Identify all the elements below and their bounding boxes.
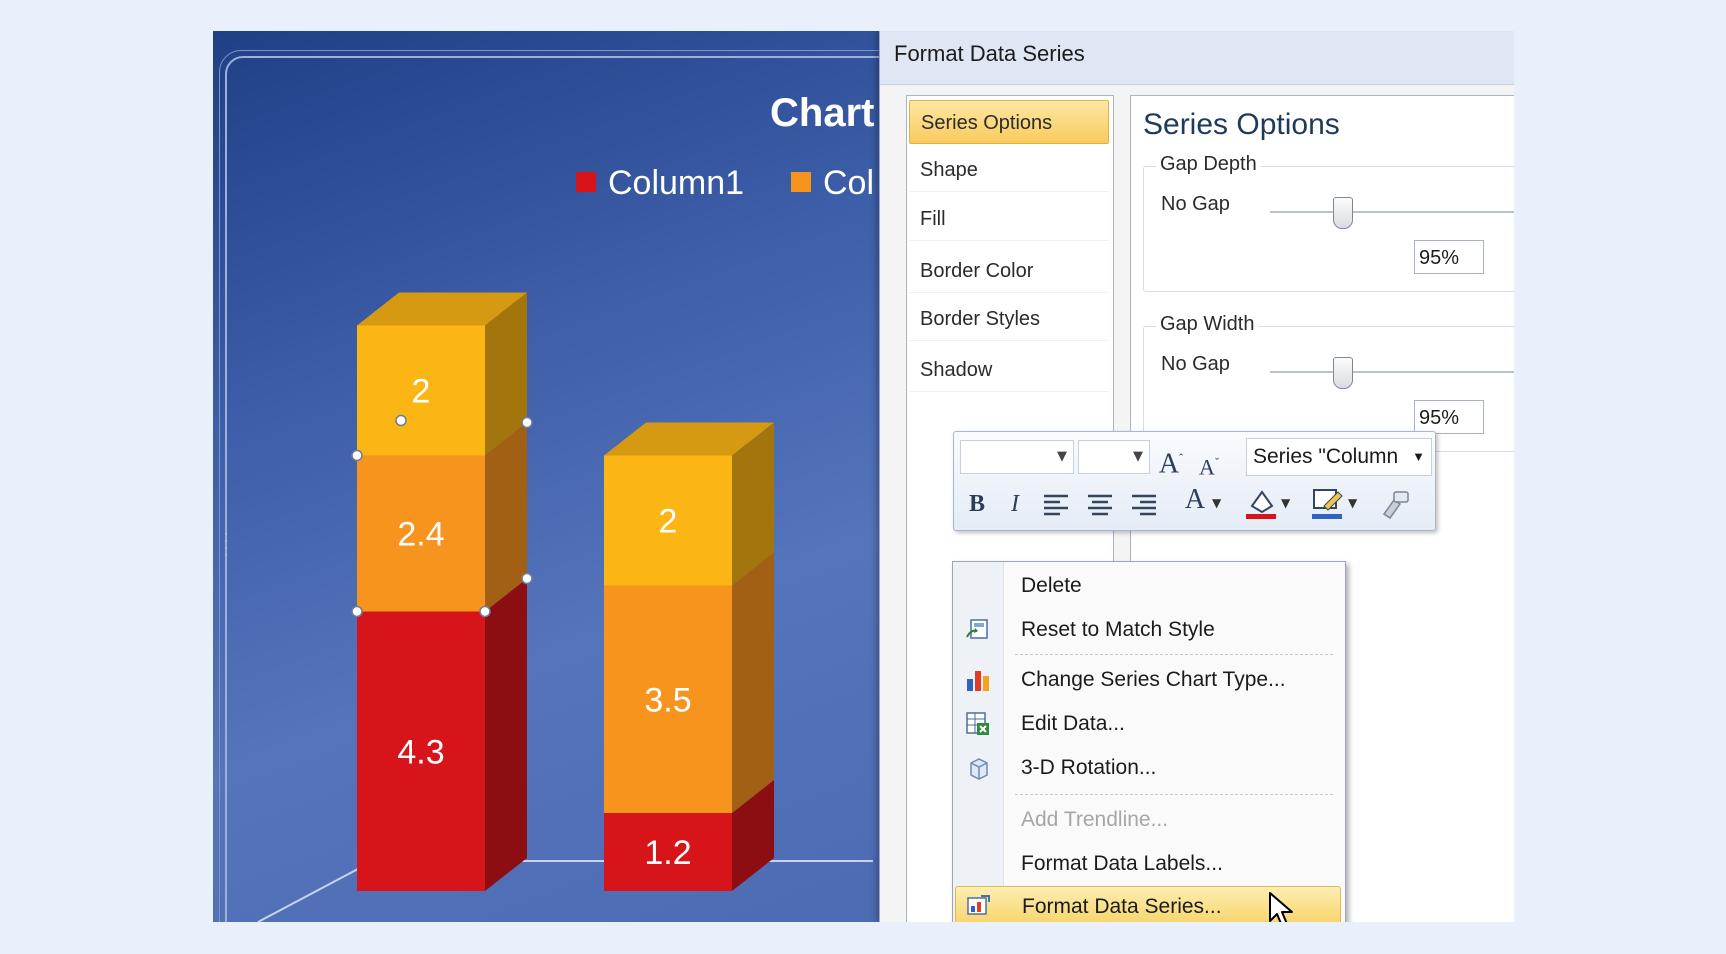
bar-side-0-0[interactable]: [485, 578, 527, 892]
menu-separator: [1015, 654, 1333, 655]
menu-item-delete[interactable]: Delete: [955, 566, 1341, 606]
bar-data-label-0-0: 4.3: [397, 733, 444, 771]
bar-data-label-0-1: 2.4: [397, 516, 444, 554]
italic-icon[interactable]: I: [998, 486, 1032, 522]
gap-width-title: Gap Width: [1156, 313, 1259, 336]
chart-type-icon: [967, 671, 989, 691]
nav-item-border-styles[interactable]: Border Styles: [909, 297, 1109, 341]
chevron-down-icon: ▼: [1412, 449, 1425, 464]
menu-item-3d-rotation[interactable]: 3-D Rotation...: [955, 748, 1341, 788]
nav-item-shadow[interactable]: Shadow: [909, 348, 1109, 392]
chevron-down-icon: ▼: [1133, 449, 1143, 464]
shrink-font-icon[interactable]: Aˇ: [1194, 444, 1224, 480]
chevron-down-icon[interactable]: ▼: [1281, 496, 1290, 510]
chevron-down-icon[interactable]: ▼: [1348, 496, 1357, 510]
selection-handle-2[interactable]: [351, 605, 363, 618]
font-color-icon[interactable]: A: [1180, 482, 1210, 518]
selection-handle-0[interactable]: [351, 449, 363, 462]
resize-grip-icon[interactable]: · · · ·: [222, 528, 230, 561]
bar-data-label-1-1: 3.5: [644, 681, 691, 719]
bar-data-label-1-2: 2: [659, 503, 678, 541]
bar-chart-svg[interactable]: 4.3 2.4 2 1.2 3.5 2: [213, 31, 913, 922]
chevron-down-icon[interactable]: ▼: [1212, 496, 1221, 510]
chart-element-select[interactable]: Series "Column ▼: [1246, 438, 1432, 476]
format-series-icon: [967, 895, 990, 915]
context-menu: Delete Reset to Match Style Change Serie…: [952, 561, 1346, 922]
gap-width-slider-track[interactable]: [1270, 357, 1514, 389]
nav-item-shape[interactable]: Shape: [909, 148, 1109, 192]
nav-item-fill[interactable]: Fill: [909, 197, 1109, 241]
options-heading: Series Options: [1143, 108, 1340, 141]
gap-depth-slider-track[interactable]: [1270, 197, 1514, 229]
chevron-down-icon: ▼: [1057, 449, 1067, 464]
align-right-icon: [1132, 494, 1156, 516]
reset-style-icon: [966, 619, 988, 639]
grow-font-icon[interactable]: Aˆ: [1156, 440, 1186, 479]
gap-width-slider-thumb[interactable]: [1333, 357, 1353, 389]
bar-side-1-1[interactable]: [732, 552, 774, 814]
screenshot-stage: Chart Column1 Col 4.3 2.4 2 1.2 3.5 2 · · · · Fo…: [213, 31, 1514, 922]
menu-item-edit-data[interactable]: Edit Data...: [955, 704, 1341, 744]
edit-data-icon: [966, 712, 989, 735]
font-name-combo[interactable]: ▼: [960, 440, 1074, 474]
format-painter-icon[interactable]: [1378, 486, 1414, 520]
gap-depth-slider-thumb[interactable]: [1333, 197, 1353, 229]
gap-depth-value-input[interactable]: 95%: [1414, 240, 1484, 274]
mouse-pointer-icon: [1269, 892, 1293, 922]
bar-data-label-1-0: 1.2: [644, 834, 691, 872]
dialog-title: Format Data Series: [894, 41, 1085, 66]
gap-width-min-label: No Gap: [1161, 353, 1230, 375]
chart-area[interactable]: Chart Column1 Col 4.3 2.4 2 1.2 3.5 2 · · · ·: [213, 31, 949, 922]
nav-item-series-options[interactable]: Series Options: [909, 100, 1109, 144]
menu-item-format-data-labels[interactable]: Format Data Labels...: [955, 844, 1341, 884]
bar-side-0-1[interactable]: [485, 422, 527, 612]
selection-handle-3[interactable]: [521, 416, 533, 429]
bars-layer: 4.3 2.4 2 1.2 3.5 2: [351, 292, 774, 892]
menu-item-change-series-chart-type[interactable]: Change Series Chart Type...: [955, 660, 1341, 700]
gap-depth-group: Gap Depth No Gap 95%: [1143, 153, 1514, 292]
rotation-icon: [970, 758, 988, 780]
gap-width-value-input[interactable]: 95%: [1414, 400, 1484, 434]
align-center-icon: [1088, 494, 1112, 516]
menu-separator: [1015, 794, 1333, 795]
bar-data-label-0-2: 2: [412, 373, 431, 411]
menu-item-reset-to-match-style[interactable]: Reset to Match Style: [955, 610, 1341, 650]
shape-outline-icon[interactable]: [1310, 486, 1346, 520]
chart-element-select-value: Series "Column: [1253, 445, 1399, 468]
gap-depth-title: Gap Depth: [1156, 153, 1261, 176]
selection-handle-4[interactable]: [521, 572, 533, 585]
nav-item-border-color[interactable]: Border Color: [909, 249, 1109, 293]
selection-handle-5[interactable]: [395, 414, 407, 427]
alignment-icons: [1044, 494, 1156, 516]
menu-item-add-trendline: Add Trendline...: [1021, 808, 1169, 831]
mini-toolbar: ▼ ▼ Aˆ Aˇ Series "Column ▼ B I A ▼ ▼ ▼: [953, 431, 1436, 531]
gap-depth-min-label: No Gap: [1161, 193, 1230, 215]
selection-handle-1[interactable]: [479, 605, 491, 618]
floor-edge-left: [257, 860, 374, 922]
font-size-combo[interactable]: ▼: [1078, 440, 1150, 474]
bold-icon[interactable]: B: [960, 486, 994, 522]
shape-fill-icon[interactable]: [1244, 486, 1280, 520]
align-left-icon: [1044, 494, 1068, 516]
